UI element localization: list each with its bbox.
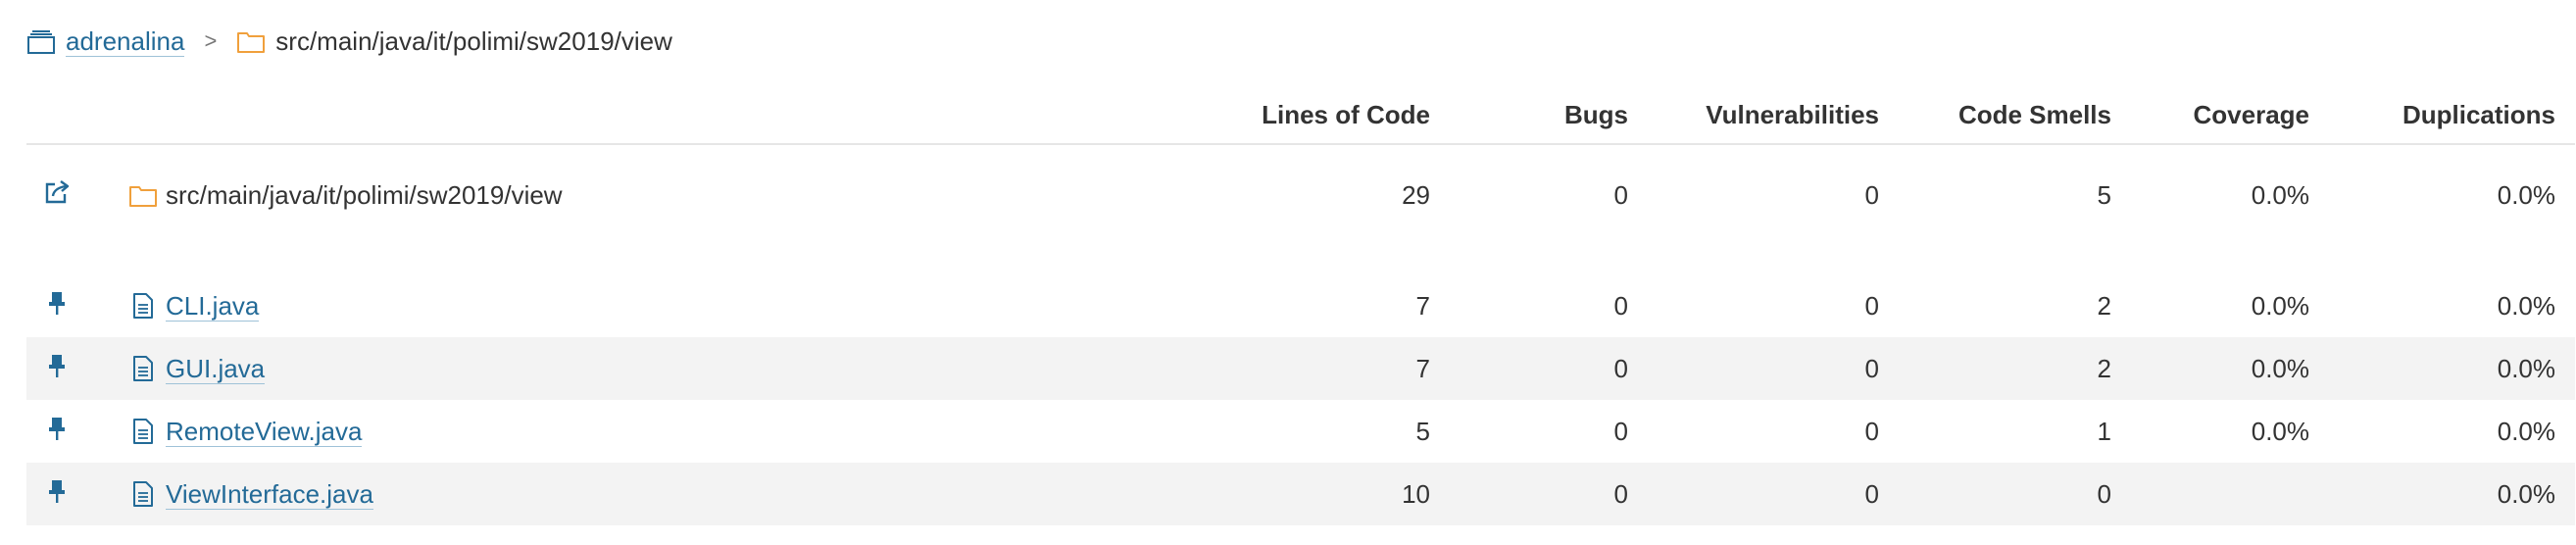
pin-icon[interactable]: [41, 287, 73, 319]
header-spacer: [128, 86, 1156, 145]
lines-of-code-value: 7: [1156, 337, 1450, 400]
folder-icon: [236, 26, 266, 56]
bugs-value: 0: [1450, 463, 1648, 525]
name-cell: CLI.java: [128, 274, 1156, 337]
component-name: src/main/java/it/polimi/sw2019/view: [166, 179, 563, 210]
table-header-row: Lines of Code Bugs Vulnerabilities Code …: [26, 86, 2575, 145]
icon-cell: [26, 274, 128, 337]
table-row: GUI.java 7 0 0 2 0.0% 0.0%: [26, 337, 2575, 400]
file-icon: [128, 417, 158, 446]
coverage-value: [2131, 463, 2329, 525]
row-spacer: [26, 239, 2575, 274]
vulnerabilities-value: 0: [1864, 416, 1879, 446]
pin-icon[interactable]: [41, 475, 73, 507]
file-link[interactable]: ViewInterface.java: [166, 479, 373, 510]
name-cell: RemoteView.java: [128, 400, 1156, 463]
bugs-value: 0: [1613, 290, 1628, 321]
lines-of-code-value: 29: [1402, 179, 1430, 210]
duplications-value: 0.0%: [2497, 416, 2555, 446]
file-link[interactable]: CLI.java: [166, 291, 260, 322]
lines-of-code-value: 5: [1415, 416, 1430, 446]
coverage-value: 0.0%: [2251, 179, 2309, 210]
component-measures-view: adrenalina > src/main/java/it/polimi/sw2…: [0, 0, 2576, 545]
icon-cell: [26, 144, 128, 239]
breadcrumb-project-link[interactable]: adrenalina: [66, 26, 185, 57]
lines-of-code-value: 7: [1415, 290, 1430, 321]
base-component-row: src/main/java/it/polimi/sw2019/view 29 0…: [26, 144, 2575, 239]
pin-icon[interactable]: [41, 350, 73, 381]
code-smells-value: 1: [2097, 416, 2111, 446]
bugs-value: 0: [1613, 179, 1628, 210]
vulnerabilities-value: 0: [1864, 179, 1879, 210]
lines-of-code-value: 10: [1156, 463, 1450, 525]
header-spacer: [26, 86, 128, 145]
file-link[interactable]: GUI.java: [166, 354, 266, 384]
breadcrumb-separator: >: [204, 28, 218, 53]
measures-table: Lines of Code Bugs Vulnerabilities Code …: [26, 86, 2575, 525]
duplications-value: 0.0%: [2329, 337, 2575, 400]
file-icon: [128, 291, 158, 321]
code-smells-value: 2: [2097, 290, 2111, 321]
icon-cell: [26, 337, 128, 400]
file-link[interactable]: RemoteView.java: [166, 417, 363, 447]
folder-icon: [128, 180, 158, 210]
bugs-value: 0: [1613, 416, 1628, 446]
vulnerabilities-value: 0: [1648, 337, 1899, 400]
table-row: RemoteView.java 5 0 0 1 0.0% 0.0%: [26, 400, 2575, 463]
name-cell: GUI.java: [128, 337, 1156, 400]
vulnerabilities-value: 0: [1864, 290, 1879, 321]
column-header-coverage: Coverage: [2131, 86, 2329, 145]
icon-cell: [26, 463, 128, 525]
name-cell: ViewInterface.java: [128, 463, 1156, 525]
duplications-value: 0.0%: [2329, 463, 2575, 525]
file-icon: [128, 479, 158, 509]
file-icon: [128, 354, 158, 383]
code-smells-value: 0: [1899, 463, 2131, 525]
project-icon: [26, 26, 56, 56]
bugs-value: 0: [1450, 337, 1648, 400]
vulnerabilities-value: 0: [1648, 463, 1899, 525]
coverage-value: 0.0%: [2251, 290, 2309, 321]
coverage-value: 0.0%: [2131, 337, 2329, 400]
column-header-bugs: Bugs: [1450, 86, 1648, 145]
duplications-value: 0.0%: [2497, 290, 2555, 321]
name-cell: src/main/java/it/polimi/sw2019/view: [128, 144, 1156, 239]
column-header-duplications: Duplications: [2329, 86, 2575, 145]
external-link-icon[interactable]: [41, 176, 73, 208]
duplications-value: 0.0%: [2497, 179, 2555, 210]
breadcrumb: adrenalina > src/main/java/it/polimi/sw2…: [26, 22, 672, 61]
icon-cell: [26, 400, 128, 463]
table-row: ViewInterface.java 10 0 0 0 0.0%: [26, 463, 2575, 525]
code-smells-value: 2: [1899, 337, 2131, 400]
coverage-value: 0.0%: [2251, 416, 2309, 446]
column-header-lines-of-code: Lines of Code: [1156, 86, 1450, 145]
column-header-vulnerabilities: Vulnerabilities: [1648, 86, 1899, 145]
column-header-code-smells: Code Smells: [1899, 86, 2131, 145]
pin-icon[interactable]: [41, 413, 73, 444]
code-smells-value: 5: [2097, 179, 2111, 210]
breadcrumb-current-path: src/main/java/it/polimi/sw2019/view: [275, 26, 672, 56]
table-row: CLI.java 7 0 0 2 0.0% 0.0%: [26, 274, 2575, 337]
